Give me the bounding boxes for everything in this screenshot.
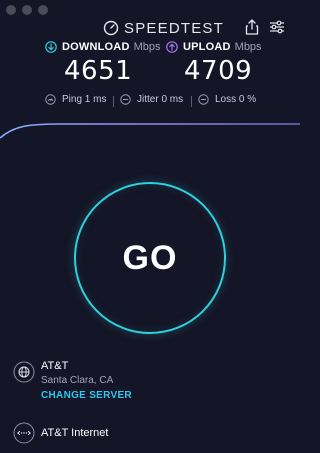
server-location: Santa Clara, CA	[41, 375, 114, 386]
jitter-stat: Jitter 0 ms	[120, 94, 183, 105]
speedtest-window: SPEEDTEST DOWNLOAD Mbps 4651 UPLOAD Mbps…	[0, 0, 300, 453]
upload-arrow-icon	[166, 41, 178, 53]
download-arrow-icon	[45, 41, 57, 53]
globe-icon	[13, 361, 35, 383]
jitter-icon	[120, 94, 131, 105]
loss-text: Loss 0 %	[215, 94, 257, 105]
zoom-window-button[interactable]	[38, 5, 48, 15]
loss-stat: Loss 0 %	[198, 94, 256, 105]
loss-icon	[198, 94, 209, 105]
download-label: DOWNLOAD	[62, 41, 130, 53]
ping-text: Ping 1 ms	[62, 94, 107, 105]
download-unit: Mbps	[133, 41, 161, 53]
download-header: DOWNLOAD Mbps	[45, 41, 161, 53]
upload-label: UPLOAD	[183, 41, 231, 53]
isp-name: AT&T Internet	[41, 427, 109, 439]
jitter-text: Jitter 0 ms	[137, 94, 184, 105]
brand-label: SPEEDTEST	[124, 19, 224, 37]
speed-curve	[0, 123, 300, 139]
download-value: 4651	[64, 56, 133, 86]
app-brand: SPEEDTEST	[103, 19, 224, 37]
stats-row: Ping 1 ms Jitter 0 ms Loss 0 %	[0, 94, 300, 110]
go-button[interactable]: GO	[74, 182, 226, 334]
upload-value: 4709	[184, 56, 253, 86]
stat-divider	[191, 96, 192, 107]
ping-icon	[45, 94, 56, 105]
change-server-link[interactable]: CHANGE SERVER	[41, 390, 132, 401]
server-name: AT&T	[41, 360, 69, 372]
go-label: GO	[122, 238, 178, 277]
ping-stat: Ping 1 ms	[45, 94, 106, 105]
close-window-button[interactable]	[6, 5, 16, 15]
upload-unit: Mbps	[234, 41, 262, 53]
upload-header: UPLOAD Mbps	[166, 41, 262, 53]
stat-divider	[113, 96, 114, 107]
speedometer-icon	[103, 20, 119, 36]
minimize-window-button[interactable]	[22, 5, 32, 15]
connection-icon	[13, 422, 35, 444]
share-icon[interactable]	[243, 18, 261, 36]
sliders-icon[interactable]	[268, 18, 286, 36]
